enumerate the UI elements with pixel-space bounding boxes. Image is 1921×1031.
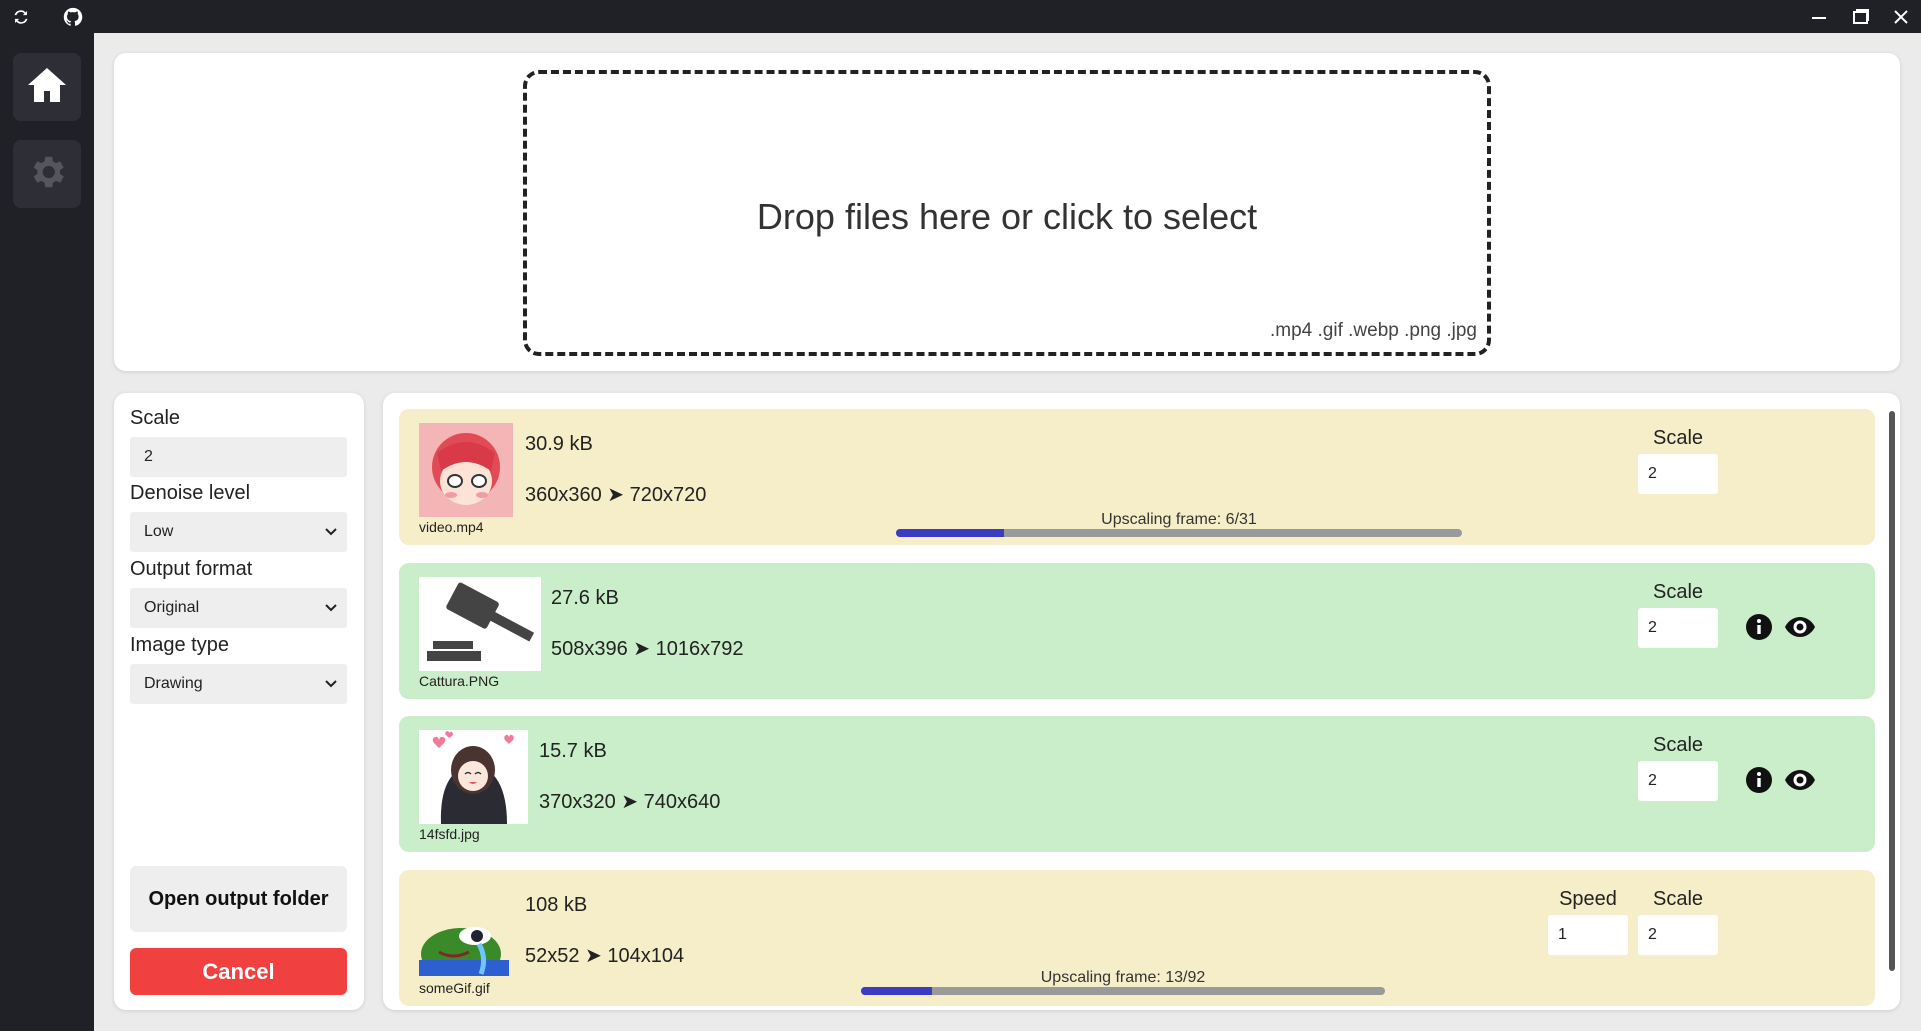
cancel-button[interactable]: Cancel xyxy=(130,948,347,995)
file-speed-input[interactable]: 1 xyxy=(1548,915,1628,955)
info-icon[interactable] xyxy=(1745,766,1773,794)
info-icon[interactable] xyxy=(1745,613,1773,641)
file-list: video.mp4 30.9 kB 360x360 ➤ 720x720 Scal… xyxy=(383,393,1900,1010)
file-size: 30.9 kB xyxy=(525,433,593,455)
file-name: 14fsfd.jpg xyxy=(419,826,480,842)
file-card: Cattura.PNG 27.6 kB 508x396 ➤ 1016x792 S… xyxy=(399,563,1875,699)
file-name: video.mp4 xyxy=(419,519,484,535)
maximize-icon[interactable] xyxy=(1846,0,1876,33)
title-bar xyxy=(0,0,1921,33)
open-output-folder-button[interactable]: Open output folder xyxy=(130,866,347,932)
gear-icon xyxy=(26,151,68,198)
image-type-label: Image type xyxy=(130,634,229,656)
progress-fill xyxy=(861,987,932,995)
scale-label: Scale xyxy=(1652,427,1704,449)
file-dropzone[interactable]: Drop files here or click to select .mp4 … xyxy=(523,70,1491,356)
file-dimensions: 508x396 ➤ 1016x792 xyxy=(551,638,744,660)
dropzone-extensions: .mp4 .gif .webp .png .jpg xyxy=(1269,320,1477,341)
file-dimensions: 360x360 ➤ 720x720 xyxy=(525,484,707,506)
file-thumbnail xyxy=(419,914,509,976)
refresh-icon[interactable] xyxy=(8,0,34,33)
scale-label: Scale xyxy=(130,407,181,429)
sidebar xyxy=(0,33,94,1031)
scrollbar[interactable] xyxy=(1889,411,1895,971)
file-scale-input[interactable]: 2 xyxy=(1638,608,1718,648)
file-name: someGif.gif xyxy=(419,980,490,996)
progress-bar xyxy=(896,529,1462,537)
close-icon[interactable] xyxy=(1886,0,1916,33)
file-scale-input[interactable]: 2 xyxy=(1638,761,1718,801)
file-dimensions: 370x320 ➤ 740x640 xyxy=(539,791,721,813)
scale-label: Scale xyxy=(1652,734,1704,756)
file-speed-value: 1 xyxy=(1558,926,1567,943)
image-type-value: Drawing xyxy=(144,675,203,692)
file-dimensions: 52x52 ➤ 104x104 xyxy=(525,945,685,967)
scale-label: Scale xyxy=(1652,888,1704,910)
progress-text: Upscaling frame: 6/31 xyxy=(1101,511,1257,528)
sidebar-item-settings[interactable] xyxy=(13,140,81,208)
file-scale-input[interactable]: 2 xyxy=(1638,454,1718,494)
file-scale-value: 2 xyxy=(1648,619,1657,636)
sidebar-item-home[interactable] xyxy=(13,53,81,121)
file-thumbnail xyxy=(419,577,541,671)
file-scale-value: 2 xyxy=(1648,926,1657,943)
home-icon xyxy=(26,65,68,110)
chevron-down-icon xyxy=(325,528,337,536)
settings-panel: Scale 2 Denoise level Low Output format … xyxy=(114,393,364,1010)
progress-text: Upscaling frame: 13/92 xyxy=(1040,969,1206,986)
file-scale-input[interactable]: 2 xyxy=(1638,915,1718,955)
progress-bar xyxy=(861,987,1385,995)
scale-value: 2 xyxy=(144,448,153,465)
file-thumbnail xyxy=(419,423,513,517)
denoise-select[interactable]: Low xyxy=(130,512,347,552)
file-scale-value: 2 xyxy=(1648,465,1657,482)
denoise-label: Denoise level xyxy=(130,482,251,504)
output-format-select[interactable]: Original xyxy=(130,588,347,628)
file-card: video.mp4 30.9 kB 360x360 ➤ 720x720 Scal… xyxy=(399,409,1875,545)
progress-fill xyxy=(896,529,1004,537)
dropzone-text: Drop files here or click to select xyxy=(756,196,1258,237)
scale-label: Scale xyxy=(1652,581,1704,603)
image-type-select[interactable]: Drawing xyxy=(130,664,347,704)
speed-label: Speed xyxy=(1559,888,1617,910)
scale-input[interactable]: 2 xyxy=(130,437,347,477)
file-card: someGif.gif 108 kB 52x52 ➤ 104x104 Speed… xyxy=(399,870,1875,1006)
drop-panel: Drop files here or click to select .mp4 … xyxy=(114,53,1900,371)
file-size: 108 kB xyxy=(525,894,588,916)
output-format-value: Original xyxy=(144,599,200,616)
output-format-label: Output format xyxy=(130,558,253,580)
minimize-icon[interactable] xyxy=(1804,0,1834,33)
denoise-value: Low xyxy=(144,523,174,540)
file-thumbnail xyxy=(419,730,528,824)
file-size: 15.7 kB xyxy=(539,740,607,762)
chevron-down-icon xyxy=(325,604,337,612)
file-card: 14fsfd.jpg 15.7 kB 370x320 ➤ 740x640 Sca… xyxy=(399,716,1875,852)
file-scale-value: 2 xyxy=(1648,772,1657,789)
chevron-down-icon xyxy=(325,680,337,688)
eye-icon[interactable] xyxy=(1783,613,1817,641)
eye-icon[interactable] xyxy=(1783,766,1817,794)
file-name: Cattura.PNG xyxy=(419,673,500,689)
file-size: 27.6 kB xyxy=(551,587,619,609)
github-icon[interactable] xyxy=(60,0,86,33)
